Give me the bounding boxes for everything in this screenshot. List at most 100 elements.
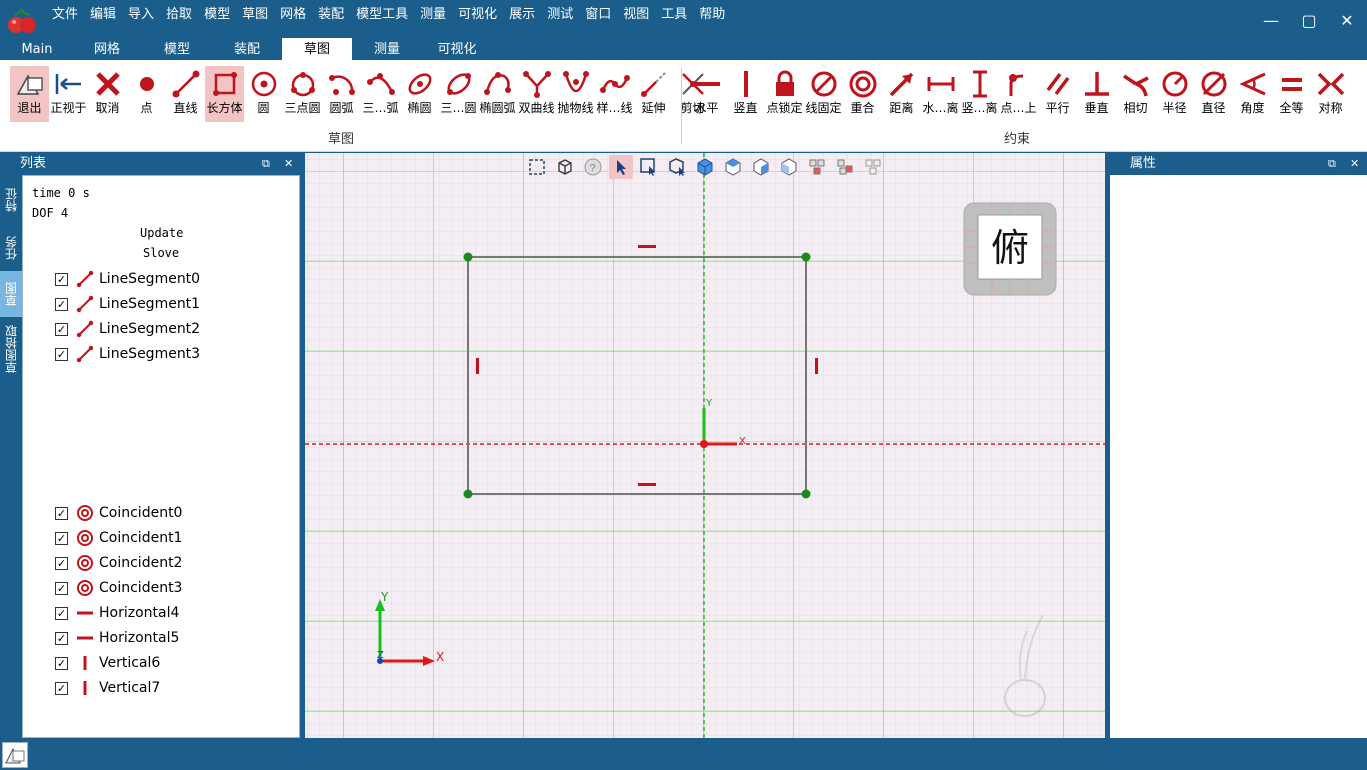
hide-parts-button[interactable] (861, 155, 885, 179)
menu-view[interactable]: 视图 (617, 5, 655, 25)
checkbox[interactable]: ✓ (55, 297, 68, 311)
close-button[interactable]: ✕ (1334, 8, 1360, 32)
tangent-button[interactable]: 相切 (1116, 66, 1155, 122)
menu-mesh[interactable]: 网格 (274, 5, 312, 25)
checkbox[interactable]: ✓ (55, 581, 68, 595)
extend-button[interactable]: 延伸 (634, 66, 673, 122)
checkbox[interactable]: ✓ (55, 322, 68, 336)
three-point-ellipse-button[interactable]: 三…圆 (439, 66, 478, 122)
minimize-button[interactable]: — (1258, 8, 1284, 32)
cancel-button[interactable]: 取消 (88, 66, 127, 122)
box-select-button[interactable] (637, 155, 661, 179)
elliptic-arc-button[interactable]: 椭圆弧 (478, 66, 517, 122)
distance-button[interactable]: 距离 (882, 66, 921, 122)
tab-sketch[interactable]: 草图 (282, 38, 352, 60)
perpendicular-button[interactable]: 垂直 (1077, 66, 1116, 122)
help-button[interactable]: ? (581, 155, 605, 179)
status-sketch-icon[interactable] (2, 742, 28, 768)
horizontal-distance-button[interactable]: 水…离 (921, 66, 960, 122)
constraint-row[interactable]: ✓ Coincident3 (55, 577, 182, 599)
tab-assembly[interactable]: 装配 (212, 38, 282, 60)
side-tab-task[interactable]: 任务 (0, 225, 22, 271)
geometry-row[interactable]: ✓ LineSegment2 (55, 318, 200, 340)
view-front-button[interactable] (749, 155, 773, 179)
fix-line-button[interactable]: 线固定 (804, 66, 843, 122)
point-on-object-button[interactable]: 点…上 (999, 66, 1038, 122)
maximize-button[interactable]: ▢ (1296, 8, 1322, 32)
menu-import[interactable]: 导入 (122, 5, 160, 25)
vertical-constraint-button[interactable]: 竖直 (726, 66, 765, 122)
parallel-button[interactable]: 平行 (1038, 66, 1077, 122)
parabola-button[interactable]: 抛物线 (556, 66, 595, 122)
sketch-viewport[interactable]: Y X Z Y X ? 俯 (305, 153, 1105, 738)
line-button[interactable]: 直线 (166, 66, 205, 122)
spline-button[interactable]: 样…线 (595, 66, 634, 122)
constraint-row[interactable]: ✓ Coincident1 (55, 527, 182, 549)
side-tab-sketch-pick[interactable]: 草图拾取 (0, 317, 22, 381)
update-button[interactable]: Update (140, 226, 183, 240)
menu-sketch[interactable]: 草图 (236, 5, 274, 25)
tab-visualize[interactable]: 可视化 (422, 38, 492, 60)
lock-button[interactable]: 点锁定 (765, 66, 804, 122)
menu-help[interactable]: 帮助 (693, 5, 731, 25)
ellipse-button[interactable]: 椭圆 (400, 66, 439, 122)
menu-file[interactable]: 文件 (46, 5, 84, 25)
menu-display[interactable]: 展示 (503, 5, 541, 25)
menu-visualize[interactable]: 可视化 (452, 5, 503, 25)
constraint-row[interactable]: ✓ Vertical6 (55, 652, 160, 674)
exit-sketch-button[interactable]: 退出 (10, 66, 49, 122)
constraint-row[interactable]: ✓ Coincident0 (55, 502, 182, 524)
menu-assembly[interactable]: 装配 (312, 5, 350, 25)
view-side-button[interactable] (777, 155, 801, 179)
constraint-row[interactable]: ✓ Horizontal5 (55, 627, 179, 649)
geometry-row[interactable]: ✓ LineSegment0 (55, 268, 200, 290)
float-panel-icon[interactable]: ⧉ (262, 153, 270, 175)
side-tab-sketch[interactable]: 草图 (0, 271, 22, 317)
hyperbola-button[interactable]: 双曲线 (517, 66, 556, 122)
float-panel-icon[interactable]: ⧉ (1328, 153, 1336, 175)
fit-all-button[interactable] (525, 155, 549, 179)
side-tab-feature[interactable]: 特征 (0, 175, 22, 225)
coincident-button[interactable]: 重合 (843, 66, 882, 122)
three-point-circle-button[interactable]: 三点圆 (283, 66, 322, 122)
menu-measure[interactable]: 测量 (414, 5, 452, 25)
circle-button[interactable]: 圆 (244, 66, 283, 122)
checkbox[interactable]: ✓ (55, 272, 68, 286)
tab-mesh[interactable]: 网格 (72, 38, 142, 60)
checkbox[interactable]: ✓ (55, 681, 68, 695)
view-cube[interactable]: 俯 (962, 201, 1058, 297)
menu-edit[interactable]: 编辑 (84, 5, 122, 25)
view-top-button[interactable] (721, 155, 745, 179)
checkbox[interactable]: ✓ (55, 631, 68, 645)
close-panel-icon[interactable]: ✕ (1350, 153, 1359, 175)
symmetric-button[interactable]: 对称 (1311, 66, 1350, 122)
checkbox[interactable]: ✓ (55, 606, 68, 620)
constraint-row[interactable]: ✓ Horizontal4 (55, 602, 179, 624)
vertical-distance-button[interactable]: 竖…离 (960, 66, 999, 122)
equal-button[interactable]: 全等 (1272, 66, 1311, 122)
tab-main[interactable]: Main (2, 38, 72, 60)
angle-button[interactable]: 角度 (1233, 66, 1272, 122)
geometry-row[interactable]: ✓ LineSegment1 (55, 293, 200, 315)
section-view-button[interactable] (833, 155, 857, 179)
tab-measure[interactable]: 测量 (352, 38, 422, 60)
checkbox[interactable]: ✓ (55, 506, 68, 520)
horizontal-constraint-button[interactable]: 水平 (687, 66, 726, 122)
radius-button[interactable]: 半径 (1155, 66, 1194, 122)
pick-face-button[interactable] (665, 155, 689, 179)
view-3d-button[interactable] (553, 155, 577, 179)
menu-model[interactable]: 模型 (198, 5, 236, 25)
checkbox[interactable]: ✓ (55, 347, 68, 361)
close-panel-icon[interactable]: ✕ (284, 153, 293, 175)
menu-tools[interactable]: 工具 (655, 5, 693, 25)
tab-model[interactable]: 模型 (142, 38, 212, 60)
rectangle-button[interactable]: 长方体 (205, 66, 244, 122)
diameter-button[interactable]: 直径 (1194, 66, 1233, 122)
geometry-row[interactable]: ✓ LineSegment3 (55, 343, 200, 365)
slove-button[interactable]: Slove (143, 246, 179, 260)
constraint-row[interactable]: ✓ Vertical7 (55, 677, 160, 699)
explode-view-button[interactable] (805, 155, 829, 179)
menu-window[interactable]: 窗口 (579, 5, 617, 25)
checkbox[interactable]: ✓ (55, 656, 68, 670)
menu-test[interactable]: 测试 (541, 5, 579, 25)
